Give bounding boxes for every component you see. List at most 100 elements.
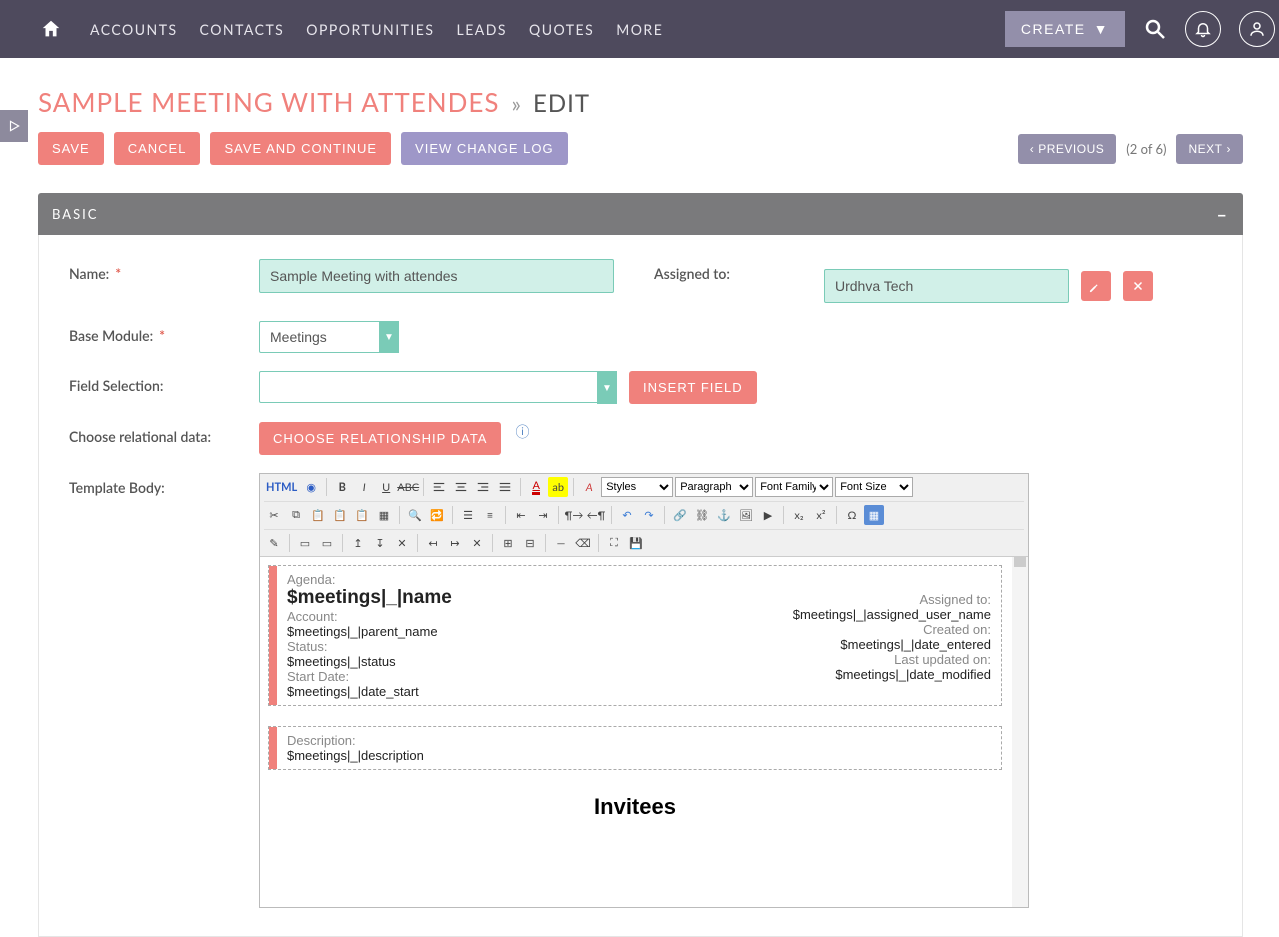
save-button[interactable]: SAVE <box>38 132 104 165</box>
notifications-icon[interactable] <box>1185 11 1221 47</box>
redo-icon[interactable]: ↷ <box>639 505 659 525</box>
invitees-heading: Invitees <box>268 794 1002 820</box>
copy-icon[interactable]: ⧉ <box>286 505 306 525</box>
underline-icon[interactable]: U <box>376 477 396 497</box>
user-icon[interactable] <box>1239 11 1275 47</box>
assigned-clear-button[interactable] <box>1123 271 1153 301</box>
delete-col-icon[interactable]: ✕ <box>467 533 487 553</box>
base-module-select[interactable]: Meetings <box>259 321 399 353</box>
insert-field-button[interactable]: INSERT FIELD <box>629 371 757 404</box>
select-all-icon[interactable]: ▦ <box>374 505 394 525</box>
cut-icon[interactable]: ✂ <box>264 505 284 525</box>
help-icon[interactable]: ◉ <box>301 477 321 497</box>
rtl-icon[interactable]: ←¶ <box>586 505 606 525</box>
media-icon[interactable]: ▶ <box>758 505 778 525</box>
font-size-select[interactable]: Font Size <box>835 477 913 497</box>
italic-icon[interactable]: I <box>354 477 374 497</box>
paste-icon[interactable]: 📋 <box>308 505 328 525</box>
assigned-to-input[interactable] <box>824 269 1069 303</box>
delete-row-icon[interactable]: ✕ <box>392 533 412 553</box>
remove-format-icon[interactable]: ⌫ <box>573 533 593 553</box>
collapse-icon[interactable]: – <box>1217 203 1229 225</box>
charmap-icon[interactable]: Ω <box>842 505 862 525</box>
paste-text-icon[interactable]: 📋 <box>330 505 350 525</box>
align-center-icon[interactable] <box>451 477 471 497</box>
page-title[interactable]: SAMPLE MEETING WITH ATTENDES <box>38 86 500 118</box>
richtext-editor: HTML ◉ B I U ABC <box>259 473 1029 908</box>
create-button[interactable]: CREATE ▼ <box>1005 11 1125 47</box>
info-icon[interactable]: ⓘ <box>515 422 529 455</box>
nav-leads[interactable]: LEADS <box>457 21 508 38</box>
row-props-icon[interactable]: ▭ <box>295 533 315 553</box>
edit-icon[interactable]: ✎ <box>264 533 284 553</box>
unlink-icon[interactable]: ⛓ <box>692 505 712 525</box>
replace-icon[interactable]: 🔁 <box>427 505 447 525</box>
insert-col-after-icon[interactable]: ↦ <box>445 533 465 553</box>
insert-row-before-icon[interactable]: ↥ <box>348 533 368 553</box>
nav-contacts[interactable]: CONTACTS <box>200 21 285 38</box>
choose-relationship-button[interactable]: CHOOSE RELATIONSHIP DATA <box>259 422 501 455</box>
hr-icon[interactable]: — <box>551 533 571 553</box>
superscript-icon[interactable]: x² <box>811 505 831 525</box>
strike-icon[interactable]: ABC <box>398 477 418 497</box>
bold-icon[interactable]: B <box>332 477 352 497</box>
align-justify-icon[interactable] <box>495 477 515 497</box>
save-continue-button[interactable]: SAVE AND CONTINUE <box>210 132 391 165</box>
align-left-icon[interactable] <box>429 477 449 497</box>
field-selection-select[interactable] <box>259 371 617 403</box>
name-input[interactable] <box>259 259 614 293</box>
nav-quotes[interactable]: QUOTES <box>529 21 594 38</box>
tpl-label: Status: <box>287 639 629 654</box>
numlist-icon[interactable]: ≡ <box>480 505 500 525</box>
section-basic-title: BASIC <box>52 206 98 222</box>
backcolor-icon[interactable]: ab <box>548 477 568 497</box>
link-icon[interactable]: 🔗 <box>670 505 690 525</box>
nav-accounts[interactable]: ACCOUNTS <box>90 21 178 38</box>
table-icon[interactable]: ▦ <box>864 505 884 525</box>
indent-icon[interactable]: ⇥ <box>533 505 553 525</box>
cancel-button[interactable]: CANCEL <box>114 132 201 165</box>
template-box-2: Description: $meetings|_|description <box>268 726 1002 770</box>
view-changelog-button[interactable]: VIEW CHANGE LOG <box>401 132 568 165</box>
insert-row-after-icon[interactable]: ↧ <box>370 533 390 553</box>
editor-body[interactable]: Agenda: $meetings|_|name Account: $meeti… <box>260 557 1028 907</box>
editor-html-button[interactable]: HTML <box>264 481 299 494</box>
split-cell-icon[interactable]: ⊞ <box>498 533 518 553</box>
styles-select[interactable]: Styles <box>601 477 673 497</box>
forecolor-icon[interactable]: A <box>526 477 546 497</box>
template-box-1: Agenda: $meetings|_|name Account: $meeti… <box>268 565 1002 706</box>
field-selection-select-wrap: ▼ <box>259 371 617 404</box>
nav-opportunities[interactable]: OPPORTUNITIES <box>306 21 434 38</box>
save-icon[interactable]: 💾 <box>626 533 646 553</box>
merge-cell-icon[interactable]: ⊟ <box>520 533 540 553</box>
insert-col-before-icon[interactable]: ↤ <box>423 533 443 553</box>
next-button[interactable]: NEXT › <box>1176 134 1243 164</box>
subscript-icon[interactable]: x₂ <box>789 505 809 525</box>
bullist-icon[interactable]: ☰ <box>458 505 478 525</box>
find-icon[interactable]: 🔍 <box>405 505 425 525</box>
assigned-select-button[interactable] <box>1081 271 1111 301</box>
search-icon[interactable] <box>1143 17 1167 41</box>
anchor-icon[interactable]: ⚓ <box>714 505 734 525</box>
section-basic-header[interactable]: BASIC – <box>38 193 1243 235</box>
align-right-icon[interactable] <box>473 477 493 497</box>
image-icon[interactable]: 🖼 <box>736 505 756 525</box>
paragraph-select[interactable]: Paragraph <box>675 477 753 497</box>
chevron-right-icon: › <box>1227 142 1232 156</box>
outdent-icon[interactable]: ⇤ <box>511 505 531 525</box>
tpl-value: $meetings|_|assigned_user_name <box>649 607 991 622</box>
cell-props-icon[interactable]: ▭ <box>317 533 337 553</box>
editor-scrollbar[interactable] <box>1012 557 1028 907</box>
undo-icon[interactable]: ↶ <box>617 505 637 525</box>
font-family-select[interactable]: Font Family <box>755 477 833 497</box>
previous-button[interactable]: ‹ PREVIOUS <box>1018 134 1117 164</box>
fullscreen-icon[interactable]: ⛶ <box>604 533 624 553</box>
home-icon[interactable] <box>40 18 62 40</box>
tpl-value: $meetings|_|date_modified <box>649 667 991 682</box>
base-module-label: Base Module:* <box>69 321 259 353</box>
accent-bar <box>269 566 277 705</box>
paste-word-icon[interactable]: 📋 <box>352 505 372 525</box>
fontselect-icon[interactable]: A <box>579 477 599 497</box>
nav-more[interactable]: MORE <box>616 21 663 38</box>
ltr-icon[interactable]: ¶→ <box>564 505 584 525</box>
